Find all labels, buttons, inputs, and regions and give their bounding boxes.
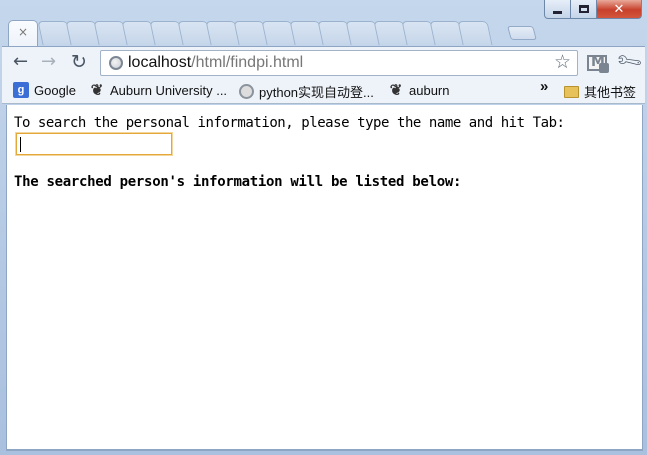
bookmarks-overflow-chevron[interactable]: »: [540, 78, 548, 95]
other-bookmarks-folder[interactable]: 其他书签: [564, 82, 636, 101]
wrench-icon[interactable]: 🔧︎: [614, 46, 645, 76]
globe-icon: [109, 56, 123, 70]
bookmark-label: python实现自动登...: [259, 85, 374, 100]
minimize-icon: [553, 10, 562, 14]
window-controls: ✕: [544, 0, 642, 19]
window-bottom-border: [6, 449, 643, 451]
forward-arrow-icon[interactable]: →: [41, 53, 56, 71]
other-bookmarks-label: 其他书签: [584, 85, 637, 100]
active-tab[interactable]: ×: [8, 20, 38, 47]
url-host: localhost: [128, 54, 192, 71]
paw-icon: ❦: [389, 82, 403, 99]
results-heading: The searched person's information will b…: [14, 174, 462, 190]
address-bar[interactable]: localhost/html/findpi.html ☆: [100, 50, 578, 76]
bookmark-python[interactable]: python实现自动登...: [239, 82, 374, 101]
page-content: To search the personal information, plea…: [6, 105, 643, 450]
bookmarks-bar: g Google ❦ Auburn University ... python实…: [2, 77, 645, 104]
url-text: localhost/html/findpi.html: [128, 51, 303, 75]
folder-icon: [564, 85, 579, 98]
maximize-button[interactable]: [571, 0, 597, 19]
background-tabs: [37, 21, 510, 45]
search-instructions: To search the personal information, plea…: [14, 115, 565, 131]
bookmark-auburn-university[interactable]: ❦ Auburn University ...: [89, 82, 228, 99]
maximize-icon: [578, 5, 589, 13]
reload-icon[interactable]: ↻: [71, 53, 87, 72]
google-icon: g: [13, 82, 29, 98]
bookmark-label: Auburn University ...: [110, 82, 228, 98]
close-tab-icon[interactable]: ×: [18, 25, 28, 39]
gmail-icon[interactable]: [587, 54, 609, 73]
name-search-input[interactable]: [15, 132, 173, 156]
bookmark-label: auburn: [409, 82, 450, 98]
browser-toolbar: ← → ↻ localhost/html/findpi.html ☆ 🔧︎: [2, 46, 645, 77]
bookmark-auburn[interactable]: ❦ auburn: [388, 82, 450, 99]
paw-icon: ❦: [90, 82, 104, 99]
bookmark-google[interactable]: g Google: [13, 82, 76, 98]
bookmark-label: Google: [34, 82, 76, 98]
url-path: /html/findpi.html: [191, 54, 304, 71]
tab-placeholder[interactable]: [457, 21, 493, 45]
back-arrow-icon[interactable]: ←: [13, 53, 28, 71]
text-caret: [20, 137, 21, 152]
close-window-button[interactable]: ✕: [597, 0, 642, 19]
close-icon: ✕: [613, 1, 625, 17]
gmail-badge: [599, 63, 609, 73]
star-icon[interactable]: ☆: [554, 51, 571, 75]
globe-icon: [239, 84, 254, 99]
minimize-button[interactable]: [544, 0, 571, 19]
new-tab-button[interactable]: [507, 26, 537, 40]
